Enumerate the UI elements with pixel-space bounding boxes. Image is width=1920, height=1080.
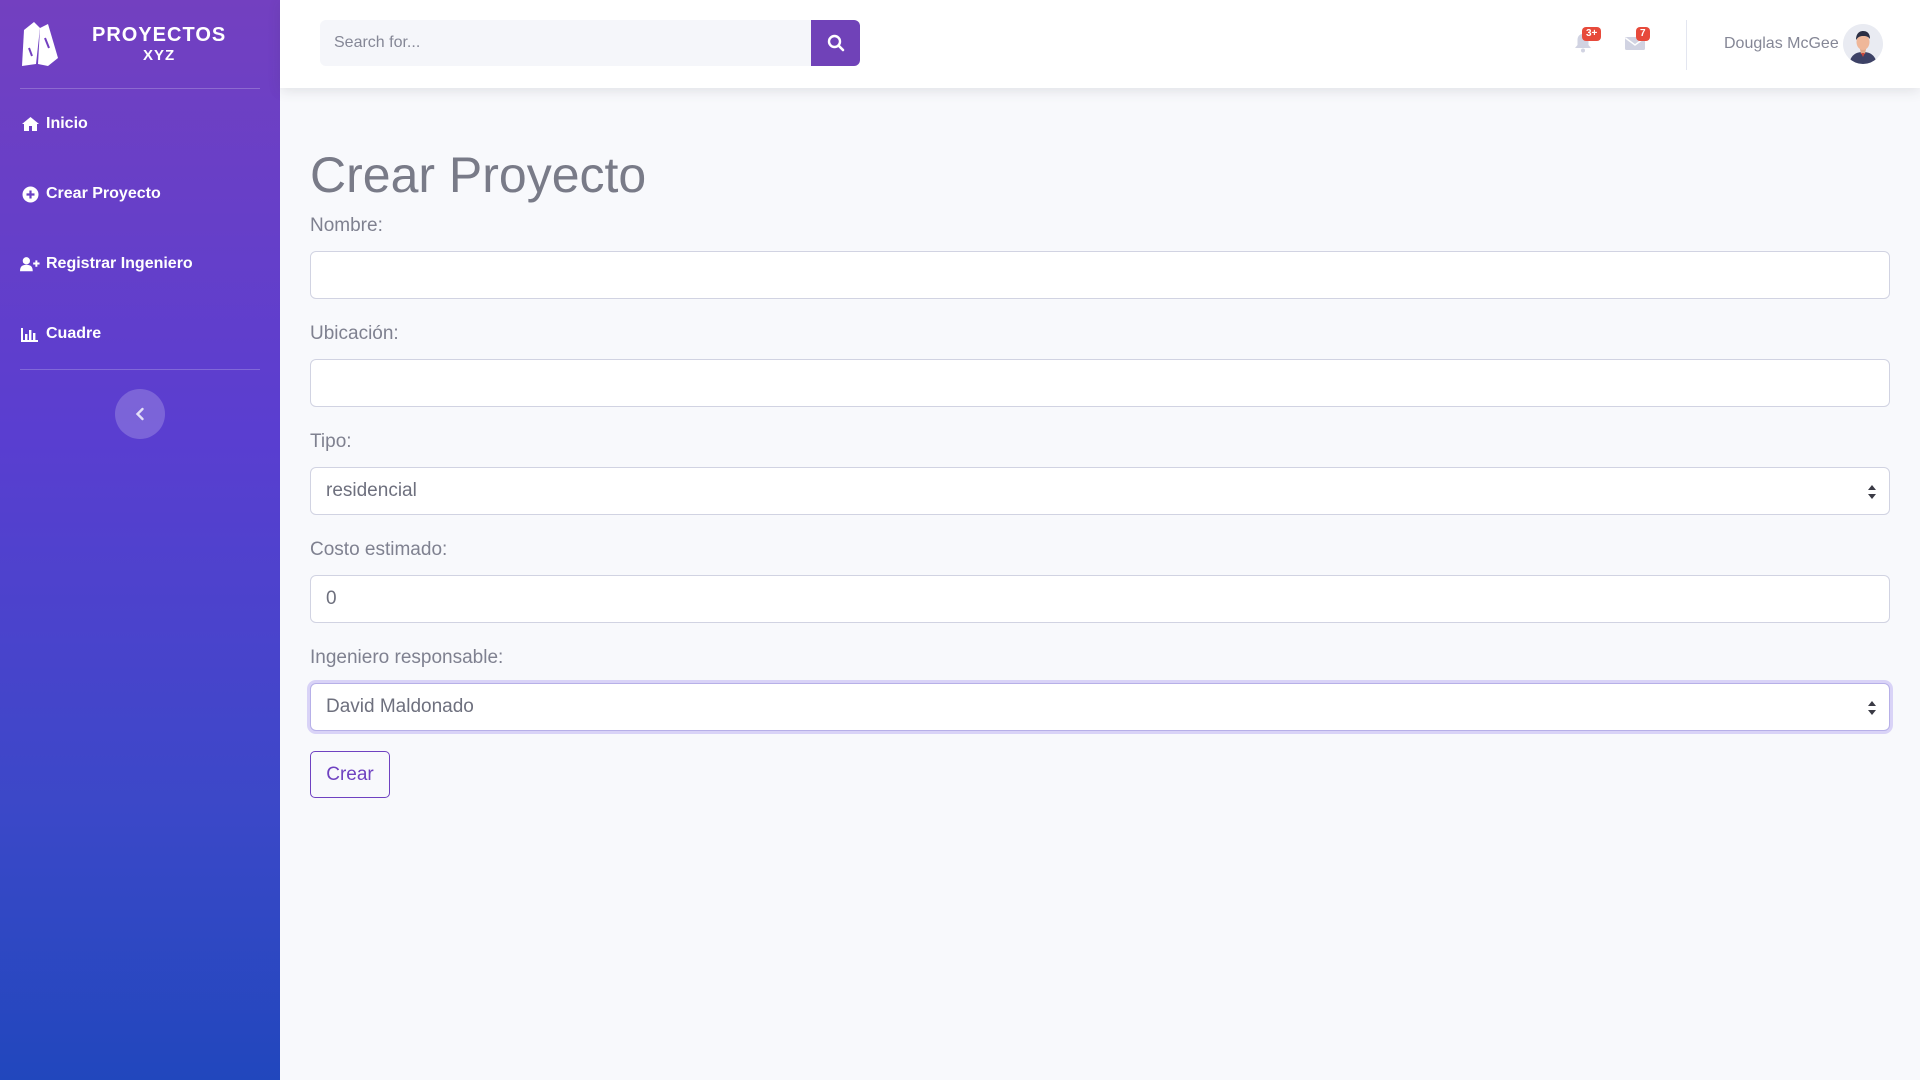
- sidebar-item-label: Cuadre: [46, 325, 102, 342]
- costo-label: Costo estimado:: [310, 539, 448, 560]
- search-icon: [827, 34, 844, 52]
- page-title: Crear Proyecto: [310, 147, 647, 203]
- ubicacion-label: Ubicación:: [310, 323, 399, 344]
- search-input[interactable]: [320, 20, 811, 66]
- ingeniero-selected-value: David Maldonado: [326, 696, 474, 717]
- tipo-label: Tipo:: [310, 431, 352, 452]
- ubicacion-group: Ubicación:: [310, 323, 1890, 407]
- crear-button[interactable]: Crear: [310, 751, 390, 798]
- select-caret-icon: [1868, 701, 1876, 715]
- wood-logo-icon: [22, 22, 58, 66]
- chevron-left-icon: [135, 407, 144, 421]
- tipo-group: Tipo: residencial: [310, 431, 1890, 515]
- search-button[interactable]: [811, 20, 860, 66]
- sidebar-item-label: Crear Proyecto: [46, 185, 161, 202]
- tipo-select[interactable]: residencial: [310, 467, 1890, 515]
- brand[interactable]: PROYECTOS XYZ: [0, 0, 280, 88]
- sidebar-item-label: Registrar Ingeniero: [46, 255, 193, 272]
- messages-badge: 7: [1636, 27, 1650, 41]
- topbar: 3+ 7 Douglas McGee: [280, 0, 1920, 88]
- messages-button[interactable]: 7: [1622, 27, 1650, 56]
- home-icon: [20, 116, 40, 132]
- user-avatar-icon: [1843, 24, 1883, 64]
- search-bar: [320, 20, 860, 66]
- avatar[interactable]: [1843, 24, 1883, 64]
- tipo-selected-value: residencial: [326, 480, 417, 501]
- costo-input[interactable]: 0: [310, 575, 1890, 623]
- nombre-group: Nombre:: [310, 215, 1890, 299]
- main-content: Crear Proyecto Nombre: Ubicación: Tipo: …: [310, 145, 1890, 798]
- chart-bar-icon: [20, 326, 40, 342]
- sidebar-item-inicio[interactable]: Inicio: [0, 89, 280, 159]
- sidebar-item-crear-proyecto[interactable]: Crear Proyecto: [0, 159, 280, 229]
- sidebar-item-registrar-ingeniero[interactable]: Registrar Ingeniero: [0, 229, 280, 299]
- sidebar: PROYECTOS XYZ Inicio Crear Proyecto Regi…: [0, 0, 280, 1080]
- plus-circle-icon: [20, 186, 40, 202]
- brand-subtitle: XYZ: [143, 46, 176, 64]
- ingeniero-group: Ingeniero responsable: David Maldonado: [310, 647, 1890, 731]
- nombre-input[interactable]: [310, 251, 1890, 299]
- user-plus-icon: [20, 256, 40, 272]
- ingeniero-select[interactable]: David Maldonado: [310, 683, 1890, 731]
- brand-title: PROYECTOS: [92, 23, 227, 46]
- ingeniero-label: Ingeniero responsable:: [310, 647, 504, 668]
- sidebar-item-cuadre[interactable]: Cuadre: [0, 299, 280, 369]
- ubicacion-input[interactable]: [310, 359, 1890, 407]
- sidebar-divider: [20, 369, 260, 370]
- select-caret-icon: [1868, 485, 1876, 499]
- alerts-button[interactable]: 3+: [1570, 27, 1602, 56]
- sidebar-toggle-button[interactable]: [115, 389, 165, 439]
- user-name[interactable]: Douglas McGee: [1724, 35, 1839, 53]
- topbar-divider: [1686, 20, 1687, 70]
- alerts-badge: 3+: [1582, 27, 1602, 41]
- sidebar-item-label: Inicio: [46, 115, 88, 132]
- brand-text: PROYECTOS XYZ: [92, 24, 226, 64]
- nombre-label: Nombre:: [310, 215, 383, 236]
- costo-group: Costo estimado: 0: [310, 539, 1890, 623]
